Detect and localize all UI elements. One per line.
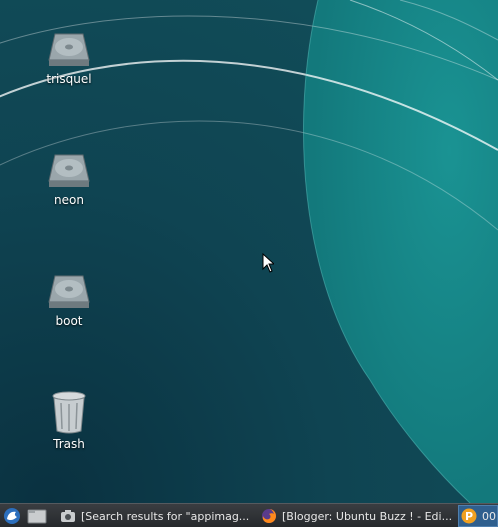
svg-text:P: P [465,510,473,523]
screenshot-camera-icon [61,510,75,522]
trash-icon [52,391,86,434]
desktop[interactable]: trisquel neon boot Trash [0,0,498,503]
mouse-pointer-icon [262,253,274,273]
start-menu-button[interactable] [3,506,23,526]
show-desktop-button[interactable] [27,506,49,526]
desktop-icon-boot[interactable]: boot [24,272,114,328]
firefox-icon [262,509,276,523]
taskbar-task-blogger[interactable]: [Blogger: Ubuntu Buzz ! - Edi... [259,505,455,527]
taskbar-task-search-results[interactable]: [Search results for "appimag... [58,505,255,527]
desktop-icon-label: neon [54,193,84,207]
drive-harddisk-icon [48,275,90,308]
drive-harddisk-icon [48,33,90,66]
taskbar-task-active[interactable]: P 00 [458,505,498,527]
desktop-icon-label: boot [55,314,83,328]
taskbar: [Search results for "appimag... [Blogger… [0,503,498,527]
task-label: [Blogger: Ubuntu Buzz ! - Edi... [282,509,453,523]
app-p-icon: P [461,508,477,524]
desktop-icon-trisquel[interactable]: trisquel [24,30,114,86]
drive-harddisk-icon [48,154,90,187]
desktop-icon-label: Trash [53,437,85,451]
whisker-menu-icon [4,508,20,524]
task-label: 00 [482,509,496,523]
desktop-icon-label: trisquel [46,72,92,86]
task-label: [Search results for "appimag... [81,509,250,523]
show-desktop-icon [27,509,47,524]
desktop-icon-trash[interactable]: Trash [24,389,114,451]
desktop-icon-neon[interactable]: neon [24,151,114,207]
